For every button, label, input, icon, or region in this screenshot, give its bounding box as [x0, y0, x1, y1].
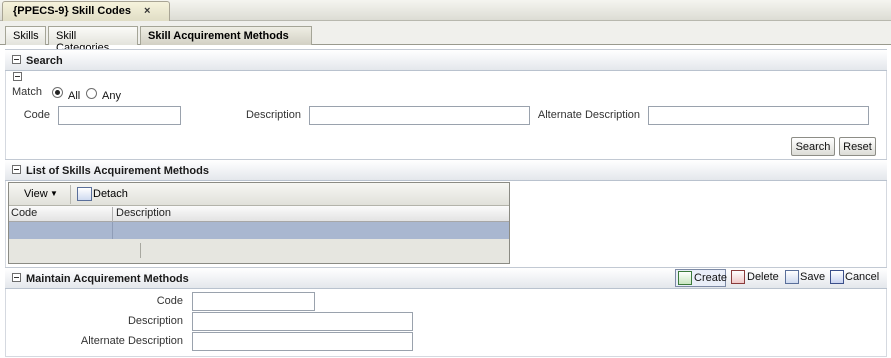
search-description-input[interactable]	[309, 106, 530, 125]
match-all-label: All	[68, 90, 81, 102]
delete-icon	[731, 270, 745, 284]
cancel-label: Cancel	[845, 271, 880, 283]
maintain-alt-description-input[interactable]	[192, 332, 413, 351]
table-cell-code	[9, 222, 113, 239]
match-label: Match	[12, 86, 42, 98]
maintain-panel-title: Maintain Acquirement Methods	[26, 273, 189, 285]
create-icon	[678, 271, 692, 285]
collapse-search-icon[interactable]	[12, 55, 21, 64]
collapse-maintain-icon[interactable]	[12, 273, 21, 282]
search-button[interactable]: Search	[791, 137, 835, 156]
tab-skill-categories[interactable]: Skill Categories	[48, 26, 138, 54]
window-tab-skill-codes[interactable]: {PPECS-9} Skill Codes ×	[2, 1, 170, 21]
toolbar-divider	[70, 185, 71, 204]
maintain-code-label: Code	[156, 295, 183, 307]
search-alt-description-input[interactable]	[648, 106, 869, 125]
match-any-label: Any	[102, 90, 121, 102]
detach-button[interactable]: Detach	[93, 188, 128, 200]
search-code-label: Code	[23, 109, 50, 121]
window-tab-title: {PPECS-9} Skill Codes	[13, 5, 131, 17]
save-icon	[785, 270, 799, 284]
detach-icon[interactable]	[77, 187, 92, 201]
tab-skills[interactable]: Skills	[5, 26, 46, 45]
delete-label: Delete	[747, 271, 779, 283]
cancel-icon	[830, 270, 844, 284]
maintain-code-input[interactable]	[192, 292, 315, 311]
search-code-input[interactable]	[58, 106, 181, 125]
list-panel-header: List of Skills Acquirement Methods	[5, 159, 887, 181]
chevron-down-icon: ▼	[50, 189, 58, 198]
maintain-description-input[interactable]	[192, 312, 413, 331]
create-label: Create	[694, 272, 728, 284]
column-header-description[interactable]: Description	[114, 207, 509, 222]
tab-label: Skill Acquirement Methods	[148, 30, 289, 42]
search-alt-description-label: Alternate Description	[537, 109, 640, 121]
view-menu-label: View	[24, 188, 48, 200]
save-label: Save	[800, 271, 826, 283]
match-all-radio[interactable]	[52, 87, 63, 98]
close-tab-icon[interactable]: ×	[144, 5, 150, 17]
table-row[interactable]	[9, 222, 509, 239]
search-description-label: Description	[245, 109, 301, 121]
delete-button[interactable]: Delete	[729, 269, 779, 287]
search-panel-header: Search	[5, 49, 887, 71]
collapse-list-icon[interactable]	[12, 165, 21, 174]
maintain-alt-description-label: Alternate Description	[80, 335, 183, 347]
cancel-button[interactable]: Cancel	[828, 269, 880, 287]
create-button[interactable]: Create	[675, 269, 728, 287]
save-button[interactable]: Save	[783, 269, 825, 287]
table-footer	[9, 239, 509, 263]
column-header-code[interactable]: Code	[9, 207, 113, 222]
footer-divider	[140, 243, 141, 258]
tab-skill-acquirement-methods[interactable]: Skill Acquirement Methods	[140, 26, 312, 45]
match-any-radio[interactable]	[86, 88, 97, 99]
maintain-description-label: Description	[127, 315, 183, 327]
view-menu[interactable]: View ▼	[13, 186, 69, 204]
tab-label: Skills	[13, 30, 39, 42]
search-panel-title: Search	[26, 55, 63, 67]
reset-button[interactable]: Reset	[839, 137, 876, 156]
collapse-criteria-icon[interactable]	[13, 72, 22, 81]
list-panel-title: List of Skills Acquirement Methods	[26, 165, 209, 177]
